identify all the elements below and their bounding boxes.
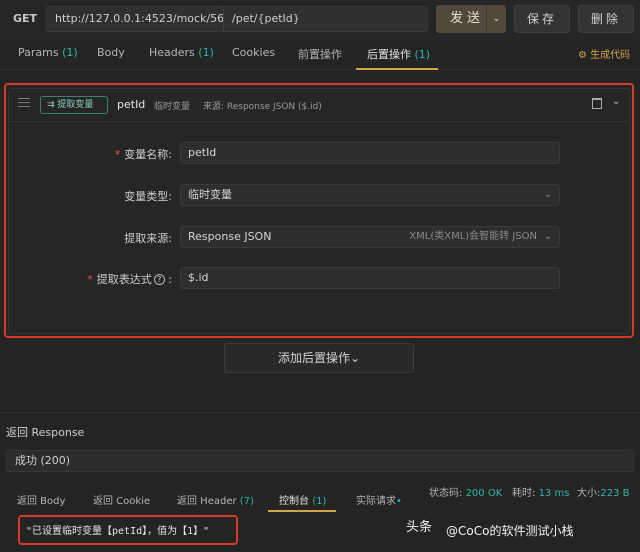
url-base: http://127.0.0.1:4523/mock/56 (55, 12, 225, 25)
send-button[interactable]: 发送 ⌄ (436, 5, 506, 33)
watermark-text: @CoCo的软件测试小栈 (446, 524, 574, 538)
tab-post-ops[interactable]: 后置操作 (1) (367, 46, 430, 62)
response-title: 返回 Response (6, 426, 85, 439)
tab-params[interactable]: Params (1) (18, 46, 78, 59)
delete-button[interactable]: 删除 (578, 5, 634, 33)
response-size: 大小:223 B (577, 488, 630, 499)
status-code: 状态码: 200 OK (429, 488, 503, 499)
response-status-select[interactable]: 成功 (200) (6, 450, 634, 472)
chevron-down-icon[interactable]: ⌄ (486, 5, 506, 33)
add-post-op-button[interactable]: 添加后置操作⌄ (224, 343, 414, 373)
save-button[interactable]: 保存 (514, 5, 570, 33)
section-divider (0, 412, 640, 413)
generate-code-link[interactable]: ⚙ 生成代码 (578, 46, 630, 61)
tab-cookies[interactable]: Cookies (232, 46, 275, 59)
resp-tab-cookie[interactable]: 返回 Cookie (93, 492, 150, 507)
resp-tab-console[interactable]: 控制台 (1) (279, 492, 326, 507)
method-select[interactable]: GET (6, 6, 44, 32)
resp-tab-body[interactable]: 返回 Body (17, 492, 65, 507)
active-tab-indicator (356, 68, 438, 70)
send-label: 发送 (450, 11, 485, 26)
active-response-tab-indicator (268, 510, 336, 512)
console-line: "已设置临时变量【petId】，值为【1】" (26, 526, 210, 537)
url-path[interactable]: /pet/{petId} (223, 7, 300, 31)
tab-body[interactable]: Body (97, 46, 125, 59)
request-tabs: Params (1) Body Headers (1) Cookies 前置操作… (0, 40, 640, 70)
highlight-box (4, 83, 634, 338)
response-time: 耗时: 13 ms (512, 488, 570, 499)
url-input[interactable]: http://127.0.0.1:4523/mock/56 /pet/{petI… (46, 6, 428, 32)
watermark-prefix: 头条 (406, 520, 433, 535)
resp-tab-actual-request[interactable]: 实际请求• (356, 492, 402, 507)
resp-tab-header[interactable]: 返回 Header (7) (177, 492, 254, 507)
tab-pre-ops[interactable]: 前置操作 (298, 46, 342, 62)
tab-headers[interactable]: Headers (1) (149, 46, 214, 59)
